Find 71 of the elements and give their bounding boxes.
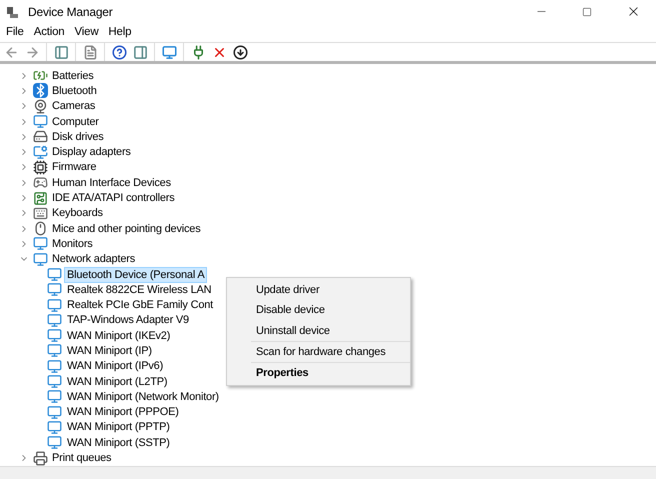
- help-icon: [112, 44, 126, 60]
- tree-item[interactable]: Firmware: [52, 160, 96, 174]
- network-adapter-icon: [47, 358, 62, 374]
- context-menu-item[interactable]: Update driver: [227, 280, 410, 300]
- tree-item[interactable]: Human Interface Devices: [52, 176, 171, 190]
- context-menu-item[interactable]: Uninstall device: [227, 320, 410, 341]
- tree-item[interactable]: Realtek 8822CE Wireless LAN: [64, 282, 214, 298]
- context-menu-item[interactable]: Disable device: [227, 300, 410, 320]
- tree-item[interactable]: WAN Miniport (PPPOE): [64, 404, 182, 420]
- drive-icon: [33, 129, 48, 144]
- tree-item[interactable]: WAN Miniport (IP): [64, 343, 155, 359]
- tree-item[interactable]: WAN Miniport (SSTP): [64, 434, 173, 451]
- network-adapter-icon: [47, 374, 62, 390]
- tree-item[interactable]: IDE ATA/ATAPI controllers: [52, 191, 175, 206]
- menu-item[interactable]: Action: [28, 22, 70, 42]
- tree-item[interactable]: Computer: [52, 114, 99, 129]
- network-adapter-icon: [47, 420, 62, 435]
- forward-icon: [24, 44, 40, 60]
- monitor-icon: [33, 236, 48, 252]
- tree-item[interactable]: Batteries: [52, 68, 94, 83]
- input-device-icon: [33, 175, 48, 190]
- network-adapter-icon: [47, 282, 62, 298]
- menu-item[interactable]: View: [70, 22, 104, 42]
- context-menu-item[interactable]: Scan for hardware changes: [227, 342, 410, 362]
- webcam-icon: [33, 98, 48, 114]
- menu-item[interactable]: File: [1, 22, 29, 42]
- network-adapter-icon: [47, 312, 62, 328]
- tree-item[interactable]: TAP-Windows Adapter V9: [64, 312, 192, 328]
- tree-item[interactable]: WAN Miniport (L2TP): [64, 374, 170, 390]
- tree-item[interactable]: WAN Miniport (IKEv2): [64, 328, 174, 344]
- device-manager-icon: [6, 4, 20, 18]
- pane-button[interactable]: [131, 43, 149, 61]
- menu-item[interactable]: Help: [103, 22, 136, 42]
- tree-item[interactable]: Keyboards: [52, 206, 103, 220]
- tree-item[interactable]: Cameras: [52, 99, 96, 114]
- tree-item[interactable]: WAN Miniport (PPTP): [64, 419, 173, 436]
- tree-item[interactable]: Monitors: [52, 236, 93, 251]
- controller-card-icon: [33, 190, 48, 206]
- tree-item[interactable]: Display adapters: [52, 145, 131, 160]
- pane-icon: [54, 44, 68, 60]
- network-adapter-icon: [47, 343, 62, 358]
- tree-item[interactable]: WAN Miniport (Network Monitor): [64, 388, 222, 405]
- pane-icon: [132, 44, 148, 60]
- display-adapter-icon: [33, 144, 48, 160]
- printer-icon: [33, 450, 48, 466]
- network-adapter-icon: [47, 389, 62, 404]
- network-adapter-icon: [47, 435, 62, 450]
- tree-item[interactable]: Mice and other pointing devices: [52, 222, 201, 236]
- network-adapter-icon: [47, 298, 62, 313]
- help-button[interactable]: [110, 43, 128, 61]
- maximize-icon: [582, 6, 592, 16]
- context-menu-item[interactable]: Properties: [227, 363, 410, 384]
- keyboard-icon: [33, 206, 48, 221]
- back-icon: [4, 44, 18, 60]
- tree-item[interactable]: Network adapters: [52, 252, 136, 266]
- mouse-icon: [33, 221, 48, 236]
- chip-icon: [33, 160, 48, 175]
- network-adapter-icon: [47, 328, 62, 344]
- monitor-icon: [33, 114, 48, 130]
- tree-item[interactable]: Disk drives: [52, 130, 104, 144]
- bluetooth-icon: [33, 83, 48, 98]
- tree-item[interactable]: Print queues: [52, 451, 112, 466]
- pane-button[interactable]: [52, 43, 70, 61]
- tree-item[interactable]: WAN Miniport (IPv6): [64, 358, 166, 374]
- window-title: Device Manager: [28, 4, 113, 20]
- network-adapter-icon: [47, 267, 62, 282]
- tree-item[interactable]: Realtek PCIe GbE Family Cont: [64, 297, 216, 314]
- network-monitor-icon: [33, 252, 48, 267]
- network-adapter-icon: [47, 404, 62, 420]
- tree-item[interactable]: Bluetooth: [52, 84, 97, 98]
- tree-item[interactable]: Bluetooth Device (Personal A: [64, 266, 208, 283]
